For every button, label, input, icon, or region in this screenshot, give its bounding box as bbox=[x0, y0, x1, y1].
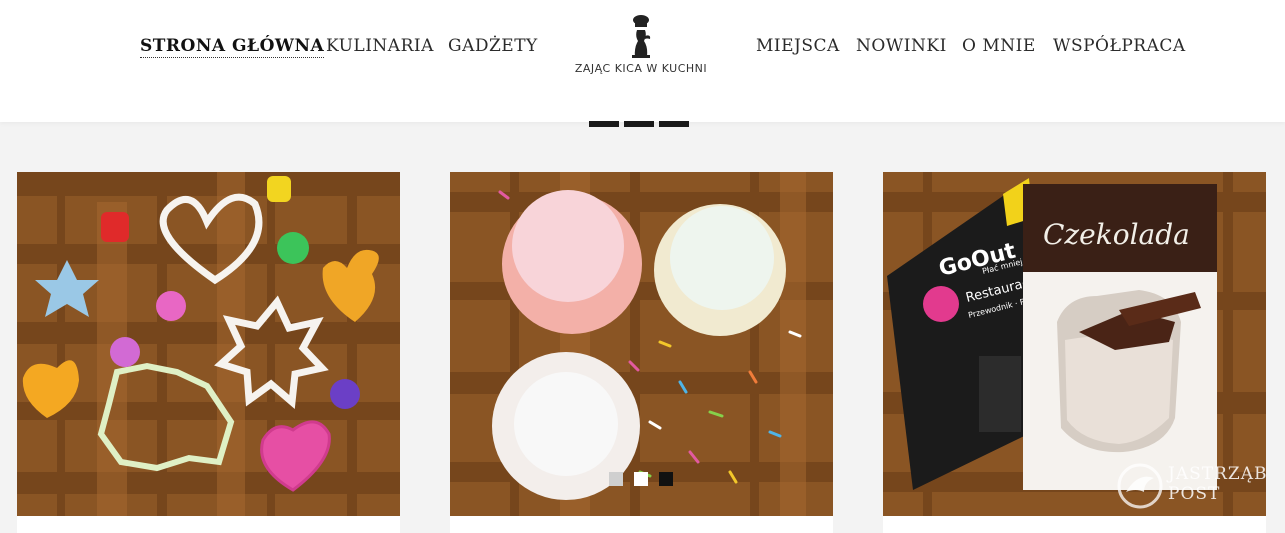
slider-bar-3[interactable] bbox=[659, 121, 689, 127]
nav-o-mnie[interactable]: O MNIE bbox=[962, 36, 1036, 56]
nav-gadzety[interactable]: GADŻETY bbox=[448, 36, 538, 56]
slider-bar-2[interactable] bbox=[624, 121, 654, 127]
post-card-footer-3 bbox=[883, 516, 1266, 533]
site-logo[interactable]: ZAJĄC KICA W KUCHNI bbox=[566, 14, 716, 84]
hawk-icon bbox=[1117, 463, 1163, 509]
carousel-dot-1[interactable] bbox=[609, 472, 623, 486]
nav-strona-glowna[interactable]: STRONA GŁÓWNA bbox=[140, 36, 325, 58]
post-image-cupcake-liners bbox=[450, 172, 833, 516]
watermark-line-2: POST bbox=[1168, 484, 1221, 504]
rabbit-chef-icon bbox=[632, 15, 651, 58]
watermark-line-1: JASTRZĄB bbox=[1168, 464, 1268, 484]
carousel-dot-3[interactable] bbox=[659, 472, 673, 486]
nav-nowinki[interactable]: NOWINKI bbox=[856, 36, 947, 56]
nav-wspolpraca[interactable]: WSPÓŁPRACA bbox=[1053, 36, 1186, 56]
carousel-dot-2[interactable] bbox=[634, 472, 648, 486]
header: STRONA GŁÓWNA KULINARIA GADŻETY ZAJĄC KI… bbox=[0, 0, 1285, 122]
watermark-text: JASTRZĄB POST bbox=[1168, 464, 1267, 504]
book-title: Czekolada bbox=[1043, 218, 1190, 251]
post-card-cookie-cutters[interactable] bbox=[17, 172, 400, 516]
logo-text: ZAJĄC KICA W KUCHNI bbox=[574, 62, 708, 75]
post-image-cookie-cutters bbox=[17, 172, 400, 516]
nav-miejsca[interactable]: MIEJSCA bbox=[756, 36, 840, 56]
nav-kulinaria[interactable]: KULINARIA bbox=[326, 36, 434, 56]
slider-bar-1[interactable] bbox=[589, 121, 619, 127]
post-card-cupcake-liners[interactable] bbox=[450, 172, 833, 516]
post-card-footer-1 bbox=[17, 516, 400, 533]
jastrzab-post-watermark: JASTRZĄB POST bbox=[1116, 462, 1266, 512]
post-card-footer-2 bbox=[450, 516, 833, 533]
